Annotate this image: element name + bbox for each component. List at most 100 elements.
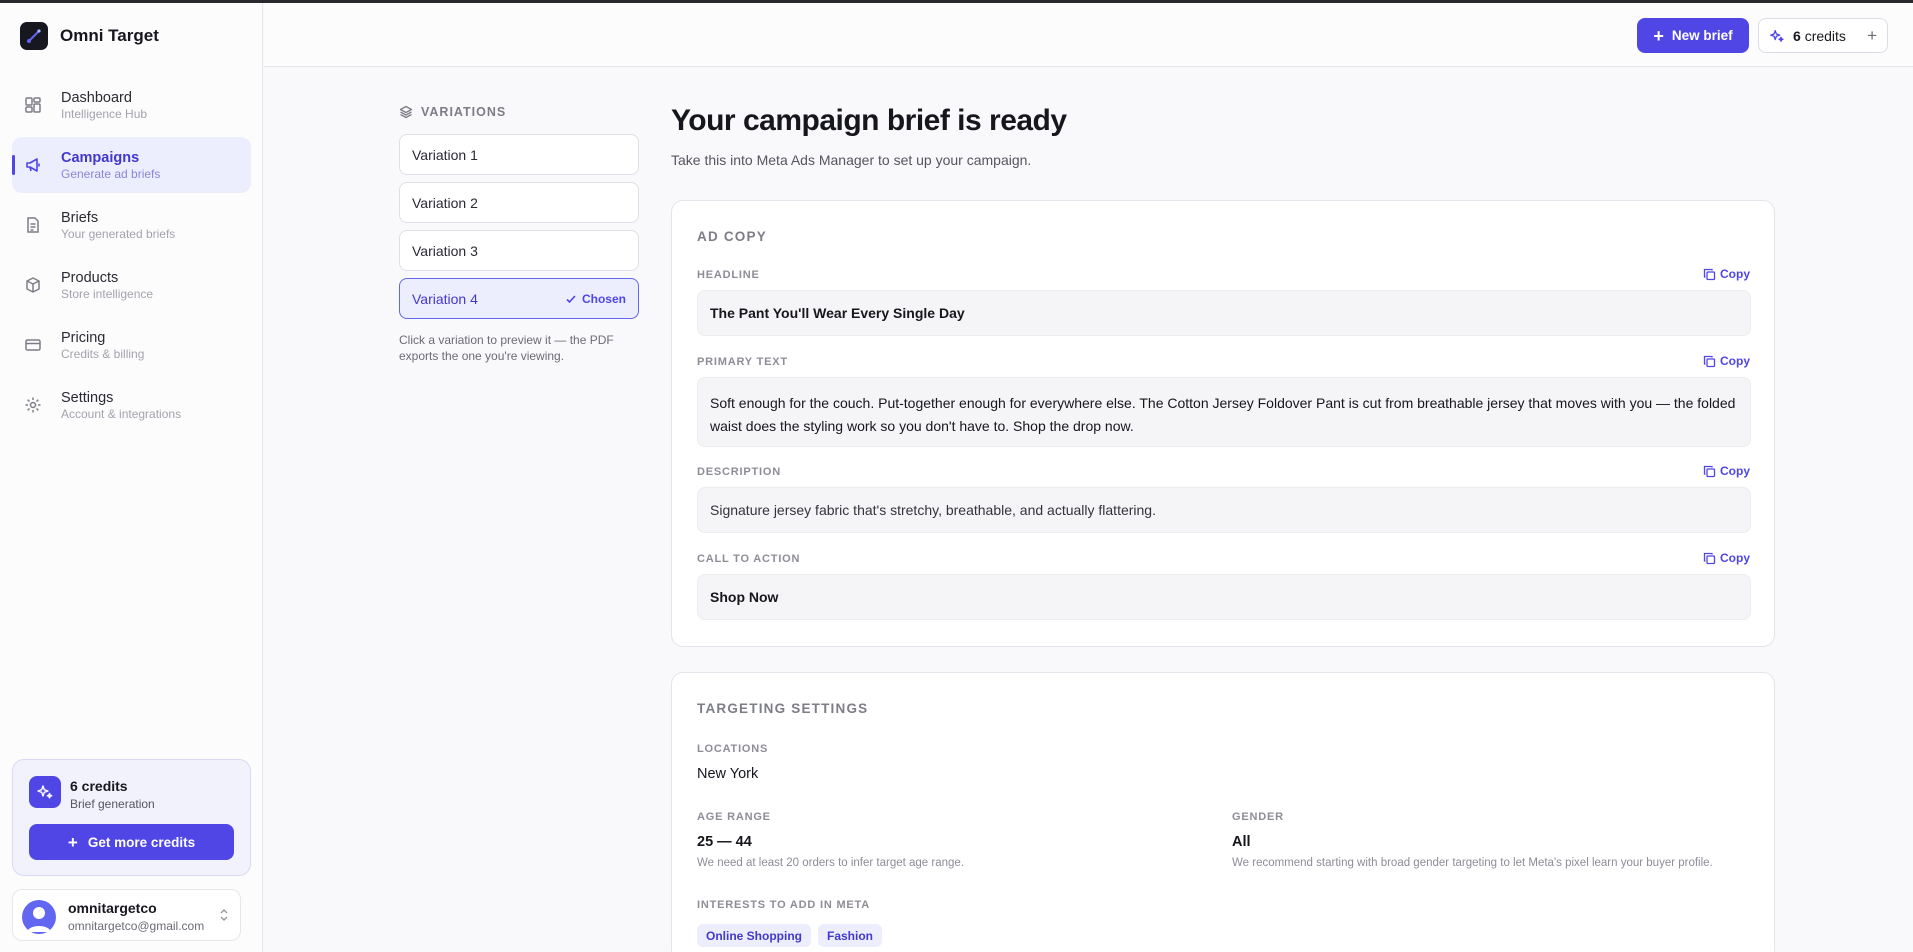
sidebar: Omni Target Dashboard Intelligence Hub Ca… [0, 3, 263, 952]
copy-label: Copy [1720, 354, 1750, 368]
credits-count: 6 [1793, 27, 1801, 44]
cta-label: CALL TO ACTION [697, 553, 801, 565]
brand[interactable]: Omni Target [20, 22, 159, 50]
copy-label: Copy [1720, 551, 1750, 565]
user-email: omnitargetco@gmail.com [68, 919, 205, 933]
variation-label: Variation 2 [412, 194, 478, 211]
variation-2-button[interactable]: Variation 2 [399, 182, 639, 223]
brand-logo-icon [20, 22, 48, 50]
variation-3-button[interactable]: Variation 3 [399, 230, 639, 271]
sidebar-nav: Dashboard Intelligence Hub Campaigns Gener… [12, 77, 251, 437]
gender-label: GENDER [1232, 811, 1284, 823]
copy-label: Copy [1720, 267, 1750, 281]
gear-icon [25, 397, 41, 413]
new-brief-label: New brief [1671, 28, 1733, 43]
primary-text-label: PRIMARY TEXT [697, 356, 788, 368]
variations-note: Click a variation to preview it — the PD… [399, 333, 614, 363]
credits-card-sub: Brief generation [70, 797, 155, 811]
credits-pill[interactable]: 6 credits + [1758, 18, 1888, 53]
credits-pill-text: 6 credits [1793, 28, 1846, 44]
copy-cta-button[interactable]: Copy [1703, 551, 1750, 565]
interest-chip[interactable]: Online Shopping [697, 924, 811, 947]
new-brief-button[interactable]: + New brief [1637, 18, 1749, 53]
targeting-title: TARGETING SETTINGS [697, 701, 869, 716]
targeting-card: TARGETING SETTINGS LOCATIONS New York AG… [671, 672, 1775, 952]
age-range-note: We need at least 20 orders to infer targ… [697, 857, 965, 869]
plus-icon: + [67, 832, 78, 852]
copy-icon [1703, 552, 1716, 564]
add-credits-icon[interactable]: + [1867, 27, 1877, 44]
brand-name: Omni Target [60, 26, 159, 45]
credits-card: 6 credits Brief generation + Get more cr… [12, 759, 251, 876]
interests-label: INTERESTS TO ADD IN META [697, 899, 871, 911]
sidebar-item-label: Products [61, 269, 119, 286]
sparkles-icon [1770, 29, 1784, 42]
user-name: omnitargetco [68, 900, 157, 916]
sidebar-item-sub: Account & integrations [61, 406, 182, 421]
gender-value: All [1232, 834, 1251, 850]
ad-copy-card: AD COPY HEADLINE Copy The Pant You'll We… [671, 200, 1775, 647]
sidebar-item-campaigns[interactable]: Campaigns Generate ad briefs [12, 137, 251, 193]
sidebar-item-label: Pricing [61, 329, 106, 346]
chosen-label: Chosen [581, 291, 626, 306]
credits-card-title: 6 credits [70, 778, 128, 794]
chevron-up-down-icon [220, 908, 228, 922]
sidebar-item-label: Briefs [61, 209, 99, 226]
headline-field[interactable]: The Pant You'll Wear Every Single Day [697, 290, 1751, 336]
copy-label: Copy [1720, 464, 1750, 478]
variation-4-button[interactable]: Variation 4 Chosen [399, 278, 639, 319]
page-title: Your campaign brief is ready [671, 104, 1067, 137]
user-account-switcher[interactable]: omnitargetco omnitargetco@gmail.com [12, 889, 241, 941]
page-subtitle: Take this into Meta Ads Manager to set u… [671, 152, 1032, 168]
dashboard-grid-icon [25, 97, 41, 113]
description-label: DESCRIPTION [697, 466, 781, 478]
variations-panel: VARIATIONS Variation 1 Variation 2 Varia… [399, 105, 639, 363]
sidebar-item-label: Settings [61, 389, 114, 406]
locations-value: New York [697, 766, 759, 782]
get-more-credits-label: Get more credits [87, 834, 196, 850]
ad-copy-title: AD COPY [697, 229, 767, 244]
credit-card-icon [25, 339, 41, 351]
sidebar-item-pricing[interactable]: Pricing Credits & billing [12, 317, 251, 373]
megaphone-icon [26, 158, 40, 172]
get-more-credits-button[interactable]: + Get more credits [29, 824, 234, 860]
headline-text: The Pant You'll Wear Every Single Day [710, 305, 965, 321]
age-range-value: 25 — 44 [697, 834, 752, 850]
copy-icon [1703, 465, 1716, 477]
plus-icon: + [1653, 25, 1664, 46]
topbar: + New brief 6 credits + [264, 3, 1913, 67]
sidebar-item-briefs[interactable]: Briefs Your generated briefs [12, 197, 251, 253]
sidebar-item-sub: Store intelligence [61, 286, 154, 301]
sidebar-item-sub: Generate ad briefs [61, 166, 161, 181]
variation-label: Variation 1 [412, 146, 478, 163]
copy-icon [1703, 268, 1716, 280]
layers-icon [399, 105, 413, 119]
copy-description-button[interactable]: Copy [1703, 464, 1750, 478]
variation-1-button[interactable]: Variation 1 [399, 134, 639, 175]
sidebar-item-sub: Your generated briefs [61, 226, 176, 241]
box-icon [26, 277, 40, 293]
sidebar-item-products[interactable]: Products Store intelligence [12, 257, 251, 313]
locations-label: LOCATIONS [697, 743, 769, 755]
description-text: Signature jersey fabric that's stretchy,… [710, 502, 1156, 518]
description-field[interactable]: Signature jersey fabric that's stretchy,… [697, 487, 1751, 533]
primary-text-field[interactable]: Soft enough for the couch. Put-together … [697, 377, 1751, 447]
document-icon [27, 217, 39, 233]
credits-word: credits [1804, 27, 1846, 44]
interest-chip[interactable]: Fashion [818, 924, 883, 947]
avatar [22, 900, 56, 934]
sidebar-item-sub: Intelligence Hub [61, 106, 148, 121]
copy-icon [1703, 355, 1716, 367]
sidebar-item-dashboard[interactable]: Dashboard Intelligence Hub [12, 77, 251, 133]
copy-primary-text-button[interactable]: Copy [1703, 354, 1750, 368]
age-range-label: AGE RANGE [697, 811, 771, 823]
variations-heading-label: VARIATIONS [421, 105, 507, 119]
sidebar-item-label: Dashboard [61, 89, 132, 106]
cta-text: Shop Now [710, 589, 779, 605]
variation-label: Variation 3 [412, 242, 478, 259]
sidebar-item-settings[interactable]: Settings Account & integrations [12, 377, 251, 433]
sparkles-icon [29, 776, 61, 808]
cta-field[interactable]: Shop Now [697, 574, 1751, 620]
copy-headline-button[interactable]: Copy [1703, 267, 1750, 281]
gender-note: We recommend starting with broad gender … [1232, 857, 1713, 869]
